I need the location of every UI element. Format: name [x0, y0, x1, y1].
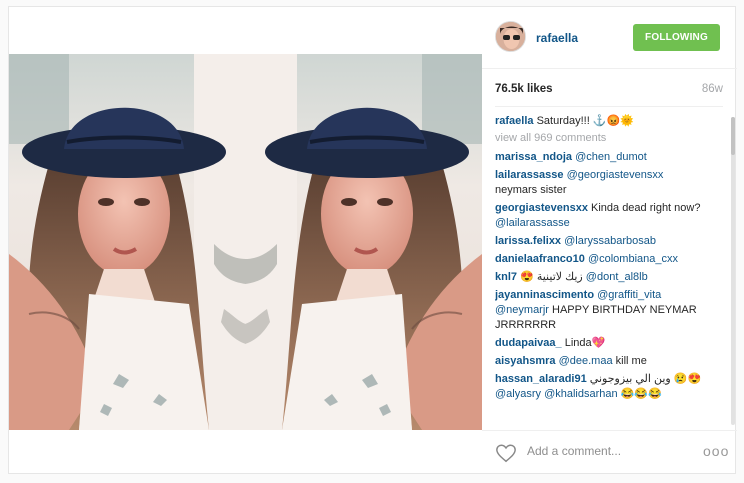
- comment-mention[interactable]: @dee.maa: [559, 355, 613, 367]
- comment-text: neymars sister: [495, 184, 567, 196]
- comment-mention[interactable]: @colombiana_cxx: [588, 253, 678, 265]
- comments-scrollbar-track[interactable]: [731, 117, 735, 425]
- list-item: hassan_alaradi91 وين الي بيزوجوني 😢😍 @al…: [495, 372, 723, 402]
- comment-username[interactable]: georgiastevensxx: [495, 202, 588, 214]
- comment-mention[interactable]: @lailarassasse: [495, 217, 570, 229]
- comment-mention[interactable]: @georgiastevensxx: [567, 169, 664, 181]
- avatar-image: [496, 22, 525, 51]
- post-header: rafaella FOLLOWING: [482, 7, 737, 69]
- post-age[interactable]: 86w: [702, 83, 723, 95]
- list-item: marissa_ndoja @chen_dumot: [495, 150, 723, 165]
- post-photo[interactable]: [9, 54, 482, 430]
- comment-username[interactable]: danielaafranco10: [495, 253, 585, 265]
- add-comment-input[interactable]: Add a comment...: [527, 444, 621, 458]
- divider: [495, 106, 723, 107]
- comment-text: 😍 زيك لاتينية: [520, 271, 583, 283]
- following-button[interactable]: FOLLOWING: [633, 24, 720, 51]
- list-item: georgiastevensxx Kinda dead right now? @…: [495, 201, 723, 231]
- mirrored-selfie-image: [9, 54, 482, 430]
- comment-username[interactable]: aisyahsmra: [495, 355, 556, 367]
- comment-text: Linda💖: [564, 337, 606, 349]
- comment-text: Kinda dead right now?: [591, 202, 701, 214]
- post-side-panel: rafaella FOLLOWING 76.5k likes 86w rafae…: [482, 7, 737, 473]
- comment-mention[interactable]: @laryssabarbosab: [564, 235, 656, 247]
- comment-text: kill me: [615, 355, 647, 367]
- comment-username[interactable]: knl7: [495, 271, 517, 283]
- caption: rafaella Saturday!!! ⚓😡🌞: [495, 114, 723, 129]
- comment-text: وين الي بيزوجوني 😢😍: [589, 373, 702, 385]
- comment-username[interactable]: larissa.felixx: [495, 235, 561, 247]
- comment-list: rafaella Saturday!!! ⚓😡🌞 view all 969 co…: [495, 114, 723, 427]
- post-author-username[interactable]: rafaella: [536, 31, 578, 45]
- comment-mention[interactable]: @khalidsarhan: [544, 388, 618, 400]
- list-item: larissa.felixx @laryssabarbosab: [495, 234, 723, 249]
- comment-username[interactable]: lailarassasse: [495, 169, 564, 181]
- post-stats: 76.5k likes 86w: [495, 83, 723, 99]
- more-options-icon[interactable]: ooo: [703, 443, 729, 459]
- comment-mention[interactable]: @graffiti_vita: [597, 289, 661, 301]
- comments-scrollbar-thumb[interactable]: [731, 117, 735, 155]
- comment-mention[interactable]: @alyasry: [495, 388, 541, 400]
- list-item: lailarassasse @georgiastevensxx neymars …: [495, 168, 723, 198]
- avatar[interactable]: [495, 21, 526, 52]
- comment-username[interactable]: marissa_ndoja: [495, 151, 572, 163]
- comment-mention[interactable]: @chen_dumot: [575, 151, 647, 163]
- view-all-comments-link[interactable]: view all 969 comments: [495, 131, 723, 146]
- caption-username[interactable]: rafaella: [495, 115, 534, 127]
- list-item: knl7 😍 زيك لاتينية @dont_al8lb: [495, 270, 723, 285]
- post-card: rafaella FOLLOWING 76.5k likes 86w rafae…: [8, 6, 737, 474]
- likes-count[interactable]: 76.5k likes: [495, 83, 553, 95]
- comment-username[interactable]: jayanninascimento: [495, 289, 594, 301]
- comment-text: 😂😂😂: [620, 388, 662, 400]
- list-item: aisyahsmra @dee.maa kill me: [495, 354, 723, 369]
- post-footer: Add a comment... ooo: [482, 430, 737, 473]
- comment-mention[interactable]: @dont_al8lb: [586, 271, 648, 283]
- comment-mention[interactable]: @neymarjr: [495, 304, 549, 316]
- caption-text: Saturday!!! ⚓😡🌞: [536, 115, 634, 127]
- list-item: danielaafranco10 @colombiana_cxx: [495, 252, 723, 267]
- comment-username[interactable]: hassan_alaradi91: [495, 373, 587, 385]
- comment-username[interactable]: dudapaivaa_: [495, 337, 562, 349]
- list-item: dudapaivaa_ Linda💖: [495, 336, 723, 351]
- heart-icon[interactable]: [495, 442, 517, 464]
- list-item: jayanninascimento @graffiti_vita @neymar…: [495, 288, 723, 333]
